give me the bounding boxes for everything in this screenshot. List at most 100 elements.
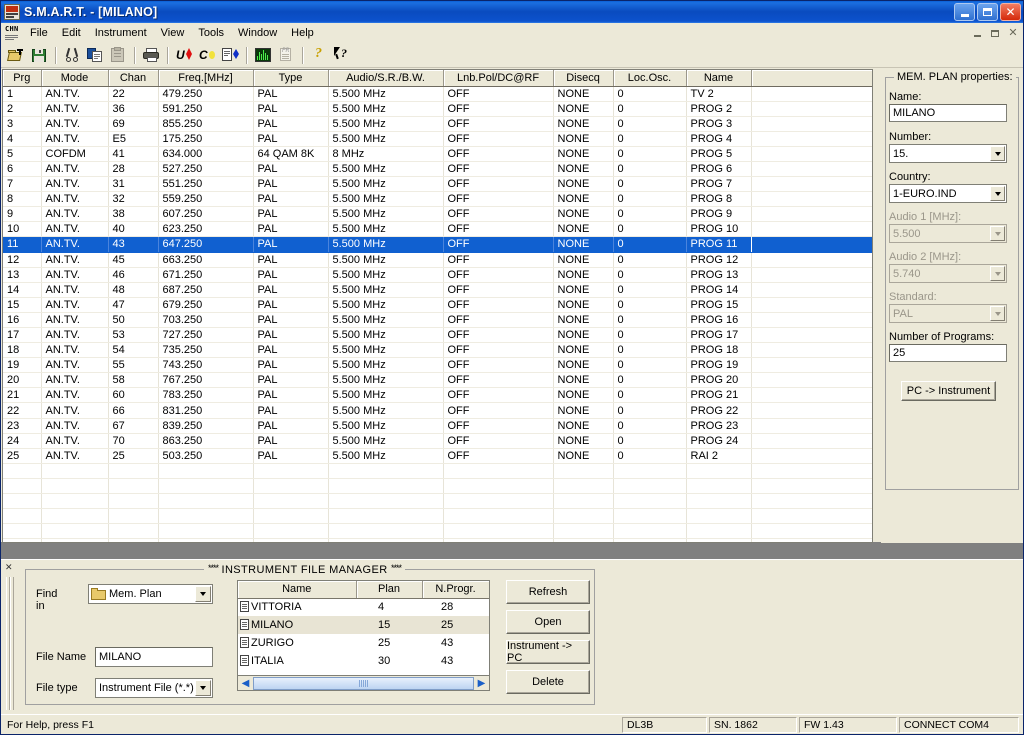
cell-mode[interactable]: AN.TV.	[41, 161, 109, 178]
cell-prg[interactable]: 24	[3, 433, 42, 449]
cell-prg[interactable]: 17	[3, 327, 42, 344]
col-type[interactable]: Type	[253, 70, 329, 87]
cell-lnb[interactable]: OFF	[443, 357, 554, 374]
cell-mode[interactable]: AN.TV.	[41, 131, 109, 147]
cell-type[interactable]: PAL	[253, 327, 329, 344]
cell-mode[interactable]: AN.TV.	[41, 297, 109, 313]
cell-disecq[interactable]: NONE	[553, 312, 614, 329]
cell-mode[interactable]: AN.TV.	[41, 206, 109, 223]
cell-blank[interactable]	[751, 191, 872, 208]
cell-name[interactable]: RAI 2	[686, 448, 752, 464]
cell-blank[interactable]	[751, 297, 872, 313]
cell-mode[interactable]: AN.TV.	[41, 191, 109, 208]
col-freq[interactable]: Freq.[MHz]	[158, 70, 254, 87]
col-audio[interactable]: Audio/S.R./B.W.	[328, 70, 444, 87]
table-row-empty[interactable]	[3, 523, 872, 540]
cell-freq[interactable]: 727.250	[158, 327, 254, 344]
cell-freq[interactable]: 503.250	[158, 448, 254, 464]
cell-blank[interactable]	[751, 433, 872, 449]
table-row-empty[interactable]	[3, 508, 872, 525]
cell-locosc[interactable]: 0	[613, 116, 687, 132]
cell-freq[interactable]: 607.250	[158, 206, 254, 223]
file-name-cell[interactable]: ITALIA	[238, 652, 356, 670]
cell-chan[interactable]: 50	[108, 312, 159, 329]
channel-grid[interactable]: Prg Mode Chan Freq.[MHz] Type Audio/S.R.…	[2, 69, 873, 543]
cell-name[interactable]: PROG 5	[686, 146, 752, 162]
find-in-combo[interactable]: Mem. Plan	[88, 584, 213, 604]
cell-blank[interactable]	[751, 372, 872, 389]
table-row[interactable]: 22 AN.TV. 66 831.250 PAL 5.500 MHz OFF NONE 0 PRO…	[3, 402, 872, 419]
cell-locosc[interactable]: 0	[613, 297, 687, 313]
table-row[interactable]: 18 AN.TV. 54 735.250 PAL 5.500 MHz OFF NONE 0 PRO…	[3, 342, 872, 359]
cell-mode[interactable]: AN.TV.	[41, 176, 109, 193]
cell-type[interactable]: PAL	[253, 433, 329, 449]
cell-audio[interactable]: 5.500 MHz	[328, 357, 444, 374]
cell-locosc[interactable]: 0	[613, 357, 687, 374]
menu-item-instrument[interactable]: Instrument	[88, 25, 154, 41]
delete-button[interactable]: Delete	[506, 670, 590, 694]
cell-mode[interactable]: AN.TV.	[41, 372, 109, 389]
table-row[interactable]: 11 AN.TV. 43 647.250 PAL 5.500 MHz OFF NONE 0 PRO…	[3, 236, 872, 253]
cell-disecq[interactable]: NONE	[553, 206, 614, 223]
cell-freq[interactable]: 623.250	[158, 221, 254, 238]
cell-mode[interactable]: COFDM	[41, 146, 109, 162]
cell-chan[interactable]: 45	[108, 252, 159, 268]
cell-freq[interactable]: 479.250	[158, 86, 254, 102]
cell-locosc[interactable]: 0	[613, 206, 687, 223]
cell-disecq[interactable]: NONE	[553, 236, 614, 253]
cell-freq[interactable]: 703.250	[158, 312, 254, 329]
cell-chan[interactable]: 47	[108, 297, 159, 313]
cell-locosc[interactable]: 0	[613, 402, 687, 419]
cell-name[interactable]: PROG 19	[686, 357, 752, 374]
cell-disecq[interactable]: NONE	[553, 267, 614, 283]
cell-name[interactable]: PROG 20	[686, 372, 752, 389]
cell-name[interactable]: PROG 23	[686, 418, 752, 434]
file-list-hscrollbar[interactable]: ◀ ▶	[237, 676, 490, 691]
dock-close-icon[interactable]: ✕	[5, 563, 13, 572]
file-nprogr-cell[interactable]: 43	[422, 652, 489, 670]
cell-prg[interactable]: 3	[3, 116, 42, 132]
cell-audio[interactable]: 5.500 MHz	[328, 267, 444, 283]
cell-blank[interactable]	[751, 357, 872, 374]
cell-audio[interactable]: 5.500 MHz	[328, 176, 444, 193]
cell-name[interactable]: PROG 11	[686, 236, 752, 253]
cell-locosc[interactable]: 0	[613, 372, 687, 389]
cell-prg[interactable]: 8	[3, 191, 42, 208]
cell-locosc[interactable]: 0	[613, 131, 687, 147]
cell-name[interactable]: PROG 14	[686, 282, 752, 298]
cell-locosc[interactable]: 0	[613, 101, 687, 117]
cell-name[interactable]: PROG 22	[686, 402, 752, 419]
cell-name[interactable]: PROG 13	[686, 267, 752, 283]
table-row[interactable]: 19 AN.TV. 55 743.250 PAL 5.500 MHz OFF NONE 0 PRO…	[3, 357, 872, 374]
voltage-button[interactable]: U	[173, 44, 196, 66]
cell-mode[interactable]: AN.TV.	[41, 312, 109, 329]
chevron-down-icon[interactable]	[195, 586, 211, 602]
cell-prg[interactable]: 15	[3, 297, 42, 313]
cell-locosc[interactable]: 0	[613, 176, 687, 193]
cell-blank[interactable]	[751, 161, 872, 178]
open-button[interactable]: Open	[506, 610, 590, 634]
cell-disecq[interactable]: NONE	[553, 161, 614, 178]
cell-prg[interactable]: 16	[3, 312, 42, 329]
cell-name[interactable]: PROG 17	[686, 327, 752, 344]
pc-to-instrument-button[interactable]: PC -> Instrument	[901, 381, 996, 401]
cell-lnb[interactable]: OFF	[443, 418, 554, 434]
cell-audio[interactable]: 5.500 MHz	[328, 312, 444, 329]
cell-mode[interactable]: AN.TV.	[41, 402, 109, 419]
cell-prg[interactable]: 23	[3, 418, 42, 434]
file-name-cell[interactable]: VITTORIA	[238, 598, 356, 616]
cell-type[interactable]: PAL	[253, 101, 329, 117]
cell-disecq[interactable]: NONE	[553, 252, 614, 268]
minimize-button[interactable]	[954, 3, 975, 21]
cell-lnb[interactable]: OFF	[443, 131, 554, 147]
cell-disecq[interactable]: NONE	[553, 342, 614, 359]
cell-mode[interactable]: AN.TV.	[41, 221, 109, 238]
cell-type[interactable]: PAL	[253, 161, 329, 178]
cell-lnb[interactable]: OFF	[443, 236, 554, 253]
cell-lnb[interactable]: OFF	[443, 448, 554, 464]
file-plan-cell[interactable]: 30	[356, 652, 422, 670]
cell-mode[interactable]: AN.TV.	[41, 101, 109, 117]
table-row[interactable]: 23 AN.TV. 67 839.250 PAL 5.500 MHz OFF NONE 0 PRO…	[3, 418, 872, 434]
cell-name[interactable]: PROG 4	[686, 131, 752, 147]
cell-disecq[interactable]: NONE	[553, 282, 614, 298]
